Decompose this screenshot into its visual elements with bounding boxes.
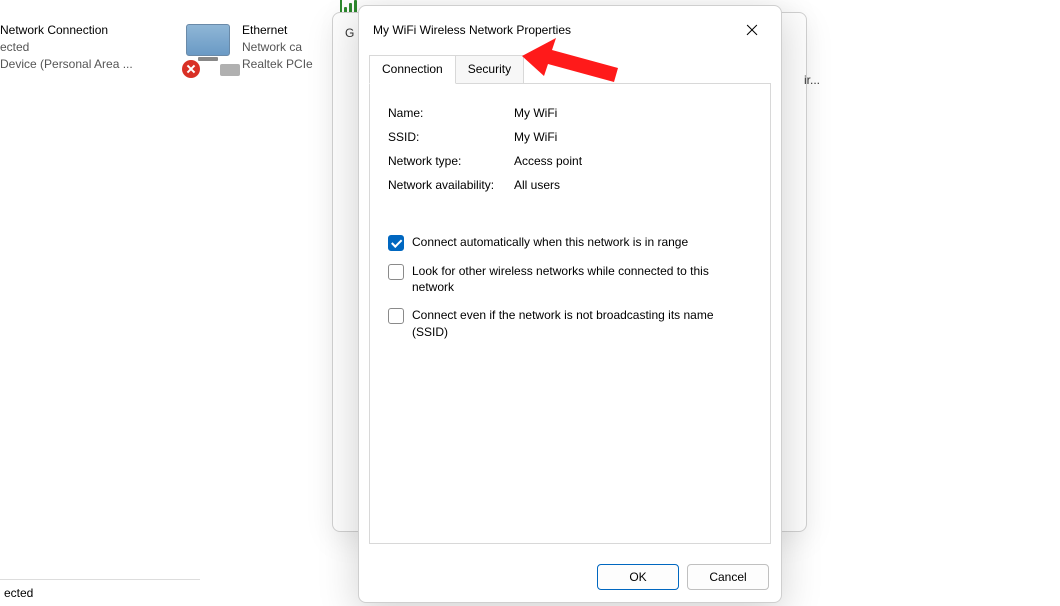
dialog-tabs: Connection Security [369, 54, 771, 83]
tab-connection[interactable]: Connection [369, 55, 456, 84]
checkbox-label-look-other: Look for other wireless networks while c… [412, 263, 722, 295]
checkbox-row-auto-connect: Connect automatically when this network … [388, 234, 752, 251]
adapter-status: ected [0, 39, 133, 56]
adapter-item-network-connection[interactable]: Network Connection ected Device (Persona… [0, 22, 133, 72]
wifi-properties-dialog: My WiFi Wireless Network Properties Conn… [358, 5, 782, 603]
checkbox-row-connect-hidden: Connect even if the network is not broad… [388, 307, 752, 339]
dialog-footer: OK Cancel [359, 554, 781, 602]
tab-security[interactable]: Security [455, 55, 524, 84]
value-network-type: Access point [514, 154, 752, 168]
value-ssid: My WiFi [514, 130, 752, 144]
adapter-item-ethernet[interactable]: Ethernet Network ca Realtek PCIe [186, 22, 313, 72]
value-availability: All users [514, 178, 752, 192]
checkbox-auto-connect[interactable] [388, 235, 404, 251]
adapter-title: Network Connection [0, 22, 133, 39]
adapter-device: Device (Personal Area ... [0, 56, 133, 73]
checkbox-label-auto-connect: Connect automatically when this network … [412, 234, 694, 250]
close-icon [746, 24, 758, 36]
plug-icon [220, 64, 240, 76]
value-name: My WiFi [514, 106, 752, 120]
checkbox-label-connect-hidden: Connect even if the network is not broad… [412, 307, 722, 339]
ethernet-icon [186, 22, 234, 70]
label-network-type: Network type: [388, 154, 514, 168]
back-window-letter: G [345, 26, 354, 40]
disconnected-icon [182, 60, 200, 78]
adapter-device: Realtek PCIe [242, 56, 313, 73]
tab-panel-connection: Name: My WiFi SSID: My WiFi Network type… [369, 83, 771, 544]
checkbox-connect-hidden[interactable] [388, 308, 404, 324]
label-availability: Network availability: [388, 178, 514, 192]
label-ssid: SSID: [388, 130, 514, 144]
dialog-title: My WiFi Wireless Network Properties [373, 23, 571, 37]
checkbox-row-look-other: Look for other wireless networks while c… [388, 263, 752, 295]
checkbox-look-other[interactable] [388, 264, 404, 280]
truncated-text: ir... [804, 73, 820, 87]
status-bar-fragment: ected [0, 579, 200, 600]
label-name: Name: [388, 106, 514, 120]
close-button[interactable] [735, 16, 769, 44]
cancel-button[interactable]: Cancel [687, 564, 769, 590]
adapter-status: Network ca [242, 39, 313, 56]
ok-button[interactable]: OK [597, 564, 679, 590]
adapter-title: Ethernet [242, 22, 313, 39]
dialog-titlebar: My WiFi Wireless Network Properties [359, 6, 781, 54]
